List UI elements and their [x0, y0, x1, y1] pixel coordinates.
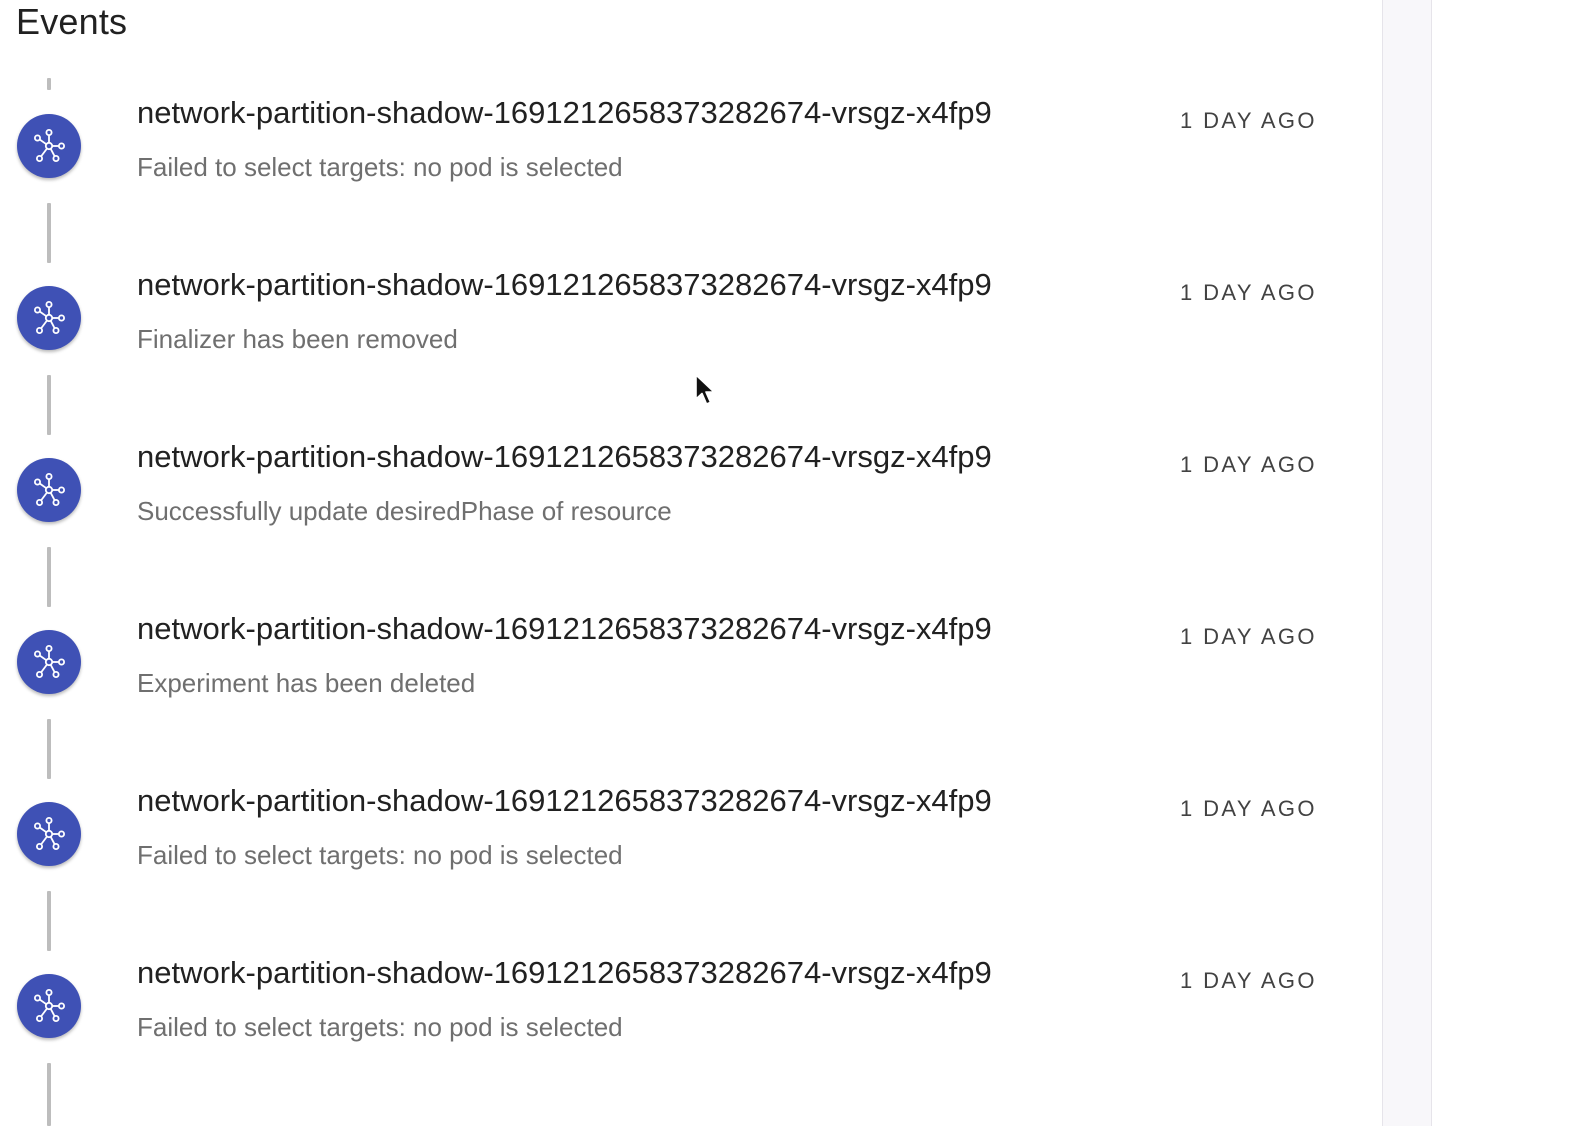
event-message: Finalizer has been removed	[137, 324, 458, 354]
timeline-connector	[47, 1063, 51, 1126]
hub-network-icon-glyph	[34, 301, 65, 334]
timeline-connector	[47, 719, 51, 779]
event-title: network-partition-shadow-169121265837328…	[137, 95, 992, 130]
hub-network-icon	[17, 458, 81, 522]
hub-network-icon	[17, 974, 81, 1038]
event-title: network-partition-shadow-169121265837328…	[137, 611, 992, 646]
events-panel: Events network-partition-shadow-16912126…	[0, 0, 1382, 1126]
event-timestamp: 1 DAY AGO	[1180, 280, 1317, 305]
side-panel-strip	[1382, 0, 1432, 1126]
event-message: Successfully update desiredPhase of reso…	[137, 496, 672, 526]
timeline-connector	[47, 891, 51, 951]
event-timestamp: 1 DAY AGO	[1180, 968, 1317, 993]
hub-network-icon-glyph	[34, 817, 65, 850]
hub-network-icon-glyph	[34, 129, 65, 162]
event-message: Failed to select targets: no pod is sele…	[137, 152, 623, 182]
event-title: network-partition-shadow-169121265837328…	[137, 955, 992, 990]
hub-network-icon-glyph	[34, 473, 65, 506]
hub-network-icon-glyph	[34, 989, 65, 1022]
event-timestamp: 1 DAY AGO	[1180, 452, 1317, 477]
hub-network-icon	[17, 286, 81, 350]
event-title: network-partition-shadow-169121265837328…	[137, 267, 992, 302]
event-message: Failed to select targets: no pod is sele…	[137, 840, 623, 870]
event-timestamp: 1 DAY AGO	[1180, 796, 1317, 821]
events-timeline: network-partition-shadow-169121265837328…	[0, 0, 1382, 1126]
event-message: Failed to select targets: no pod is sele…	[137, 1012, 623, 1042]
timeline-connector	[47, 547, 51, 607]
hub-network-icon-glyph	[34, 645, 65, 678]
hub-network-icon	[17, 802, 81, 866]
right-panel	[1432, 0, 1584, 1126]
timeline-connector	[47, 375, 51, 435]
mouse-cursor-icon	[695, 374, 715, 405]
event-message: Experiment has been deleted	[137, 668, 476, 698]
event-timestamp: 1 DAY AGO	[1180, 108, 1317, 133]
timeline-connector	[47, 78, 51, 90]
event-title: network-partition-shadow-169121265837328…	[137, 439, 992, 474]
event-timestamp: 1 DAY AGO	[1180, 624, 1317, 649]
hub-network-icon	[17, 114, 81, 178]
timeline-connector	[47, 203, 51, 263]
hub-network-icon	[17, 630, 81, 694]
event-title: network-partition-shadow-169121265837328…	[137, 783, 992, 818]
